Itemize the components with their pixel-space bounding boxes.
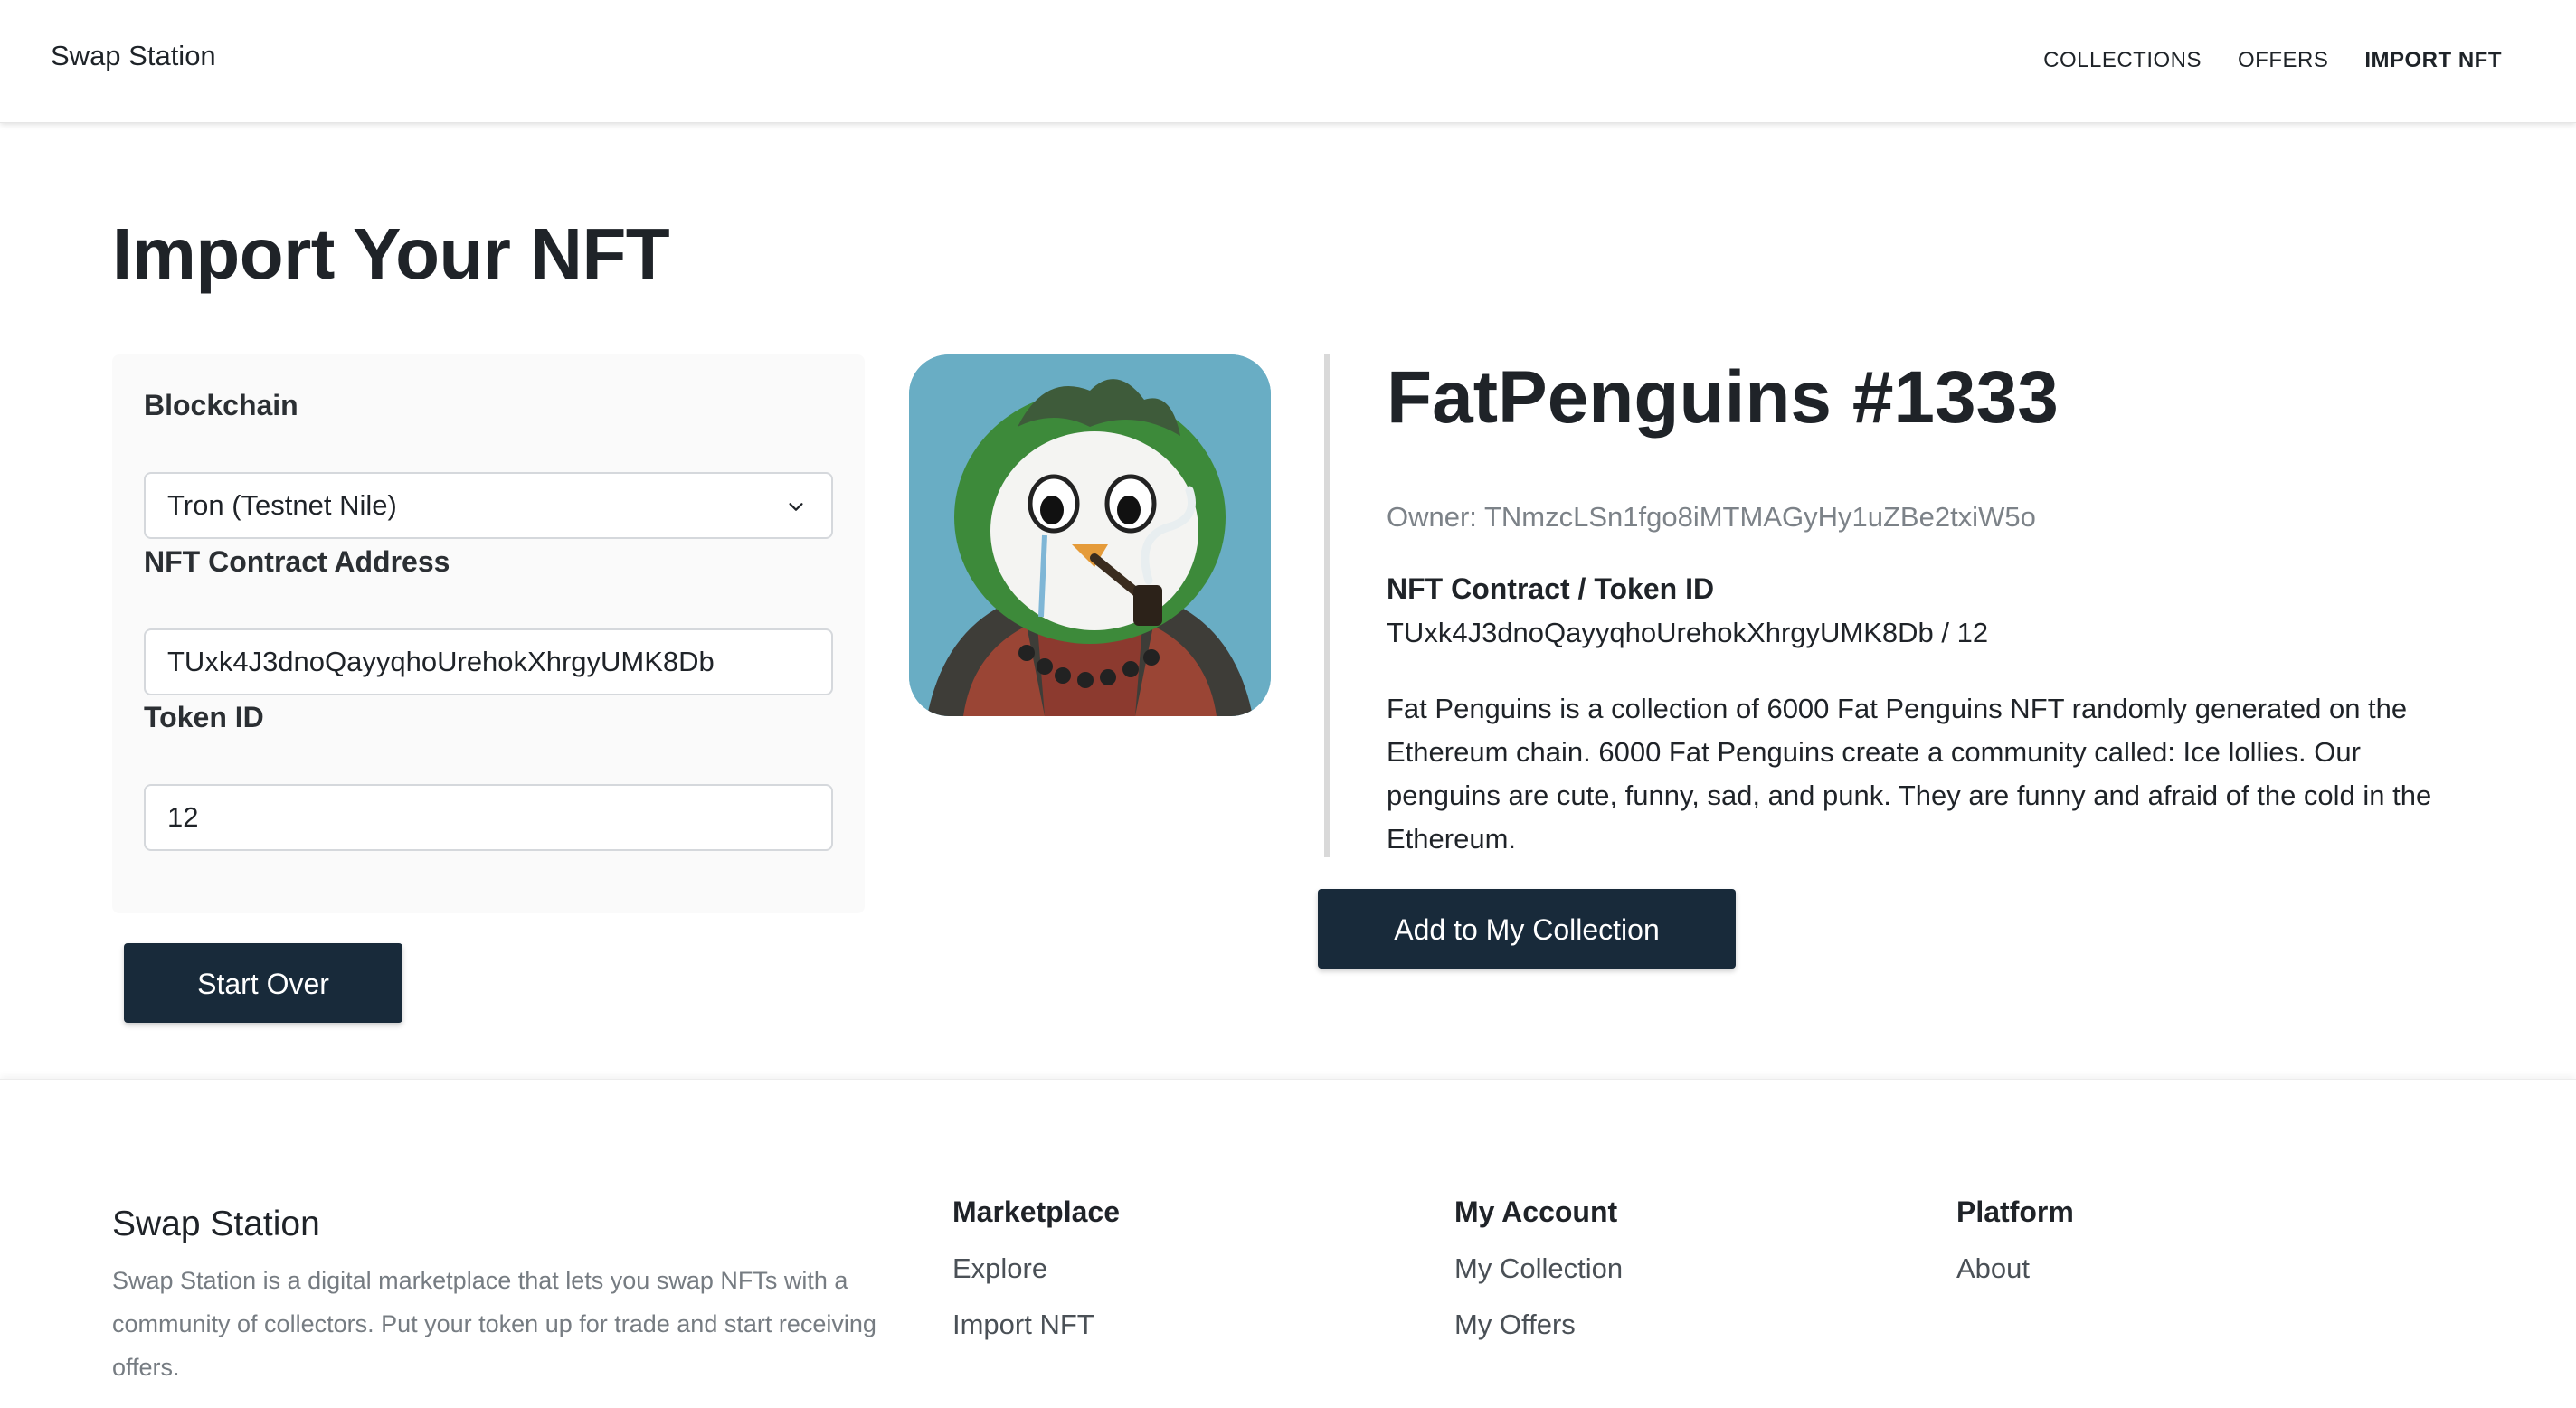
nft-image [909,354,1271,716]
brand-logo-text[interactable]: Swap Station [51,40,216,72]
page-title: Import Your NFT [112,213,670,294]
add-to-collection-button[interactable]: Add to My Collection [1318,889,1736,969]
penguin-illustration-icon [909,354,1271,716]
start-over-button[interactable]: Start Over [124,943,402,1023]
footer-heading-platform: Platform [1956,1195,2074,1228]
footer-brand: Swap Station [112,1205,320,1243]
nav-offers[interactable]: OFFERS [2238,48,2328,73]
token-id-label: Token ID [144,701,264,733]
contract-token-value: TUxk4J3dnoQayyqhoUrehokXhrgyUMK8Db / 12 [1387,617,1989,648]
footer-link-import-nft[interactable]: Import NFT [952,1309,1120,1341]
footer-column-platform: Platform About [1956,1195,2074,1285]
blockchain-label: Blockchain [144,389,298,421]
nft-name: FatPenguins #1333 [1387,356,2059,439]
footer-column-my-account: My Account My Collection My Offers [1454,1195,1623,1341]
top-navbar: Swap Station COLLECTIONS OFFERS IMPORT N… [0,0,2576,123]
contract-address-input[interactable]: TUxk4J3dnoQayyqhoUrehokXhrgyUMK8Db [144,628,833,695]
footer-description: Swap Station is a digital marketplace th… [112,1267,876,1381]
nav-collections[interactable]: COLLECTIONS [2043,48,2202,73]
chevron-down-icon [789,503,803,511]
footer-link-explore[interactable]: Explore [952,1252,1120,1285]
nft-description: Fat Penguins is a collection of 6000 Fat… [1387,693,2432,855]
details-divider [1324,354,1330,857]
footer-heading-marketplace: Marketplace [952,1195,1120,1228]
contract-address-label: NFT Contract Address [144,545,450,578]
footer: Swap Station Swap Station is a digital m… [0,1079,2576,1408]
import-form-panel: Blockchain Tron (Testnet Nile) NFT Contr… [112,354,865,913]
footer-heading-my-account: My Account [1454,1195,1618,1228]
main-nav: COLLECTIONS OFFERS IMPORT NFT [2043,48,2502,73]
blockchain-selected-value: Tron (Testnet Nile) [167,489,397,521]
blockchain-select[interactable]: Tron (Testnet Nile) [144,472,833,539]
nft-owner: Owner: TNmzcLSn1fgo8iMTMAGyHy1uZBe2txiW5… [1387,501,2036,533]
token-id-input[interactable]: 12 [144,784,833,851]
footer-link-about[interactable]: About [1956,1252,2074,1285]
footer-column-marketplace: Marketplace Explore Import NFT [952,1195,1120,1341]
contract-token-heading: NFT Contract / Token ID [1387,572,1715,605]
footer-link-my-offers[interactable]: My Offers [1454,1309,1623,1341]
footer-link-my-collection[interactable]: My Collection [1454,1252,1623,1285]
nav-import-nft[interactable]: IMPORT NFT [2364,48,2502,73]
